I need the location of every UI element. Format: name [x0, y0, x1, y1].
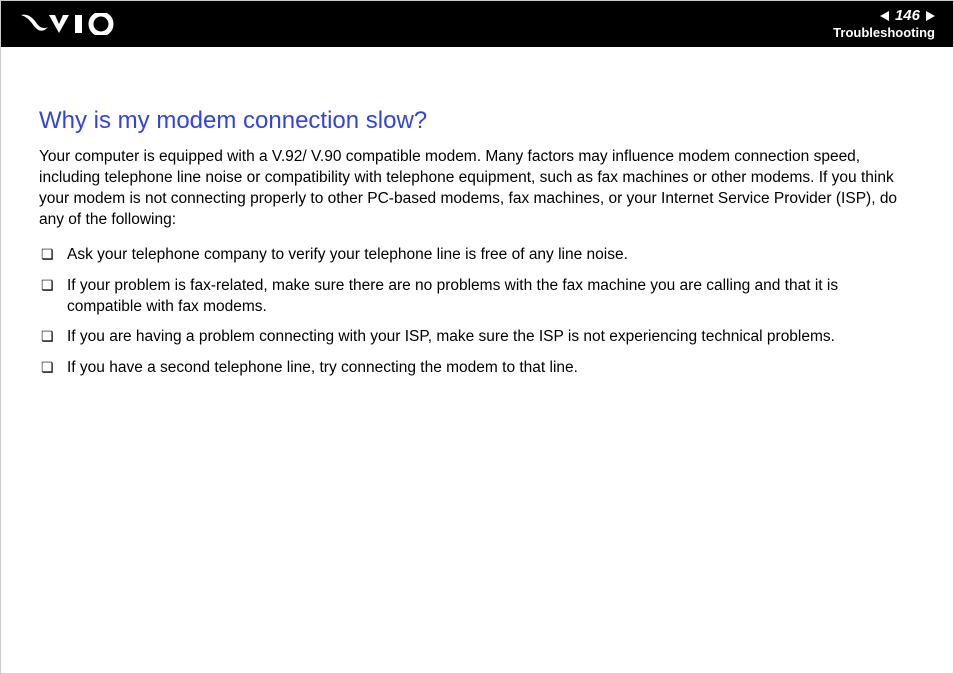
page-header: 146 Troubleshooting	[1, 1, 953, 47]
page-navigation: 146	[880, 8, 935, 25]
vaio-logo	[21, 13, 117, 35]
intro-paragraph: Your computer is equipped with a V.92/ V…	[39, 147, 915, 231]
list-item: If you are having a problem connecting w…	[39, 327, 915, 348]
page-content: Why is my modem connection slow? Your co…	[1, 47, 953, 409]
page-number: 146	[895, 8, 920, 25]
section-name: Troubleshooting	[833, 26, 935, 40]
page-heading: Why is my modem connection slow?	[39, 107, 915, 135]
next-page-icon[interactable]	[926, 11, 935, 21]
list-item: Ask your telephone company to verify you…	[39, 245, 915, 266]
header-right: 146 Troubleshooting	[833, 8, 935, 40]
bullet-list: Ask your telephone company to verify you…	[39, 245, 915, 380]
list-item: If your problem is fax-related, make sur…	[39, 276, 915, 318]
list-item: If you have a second telephone line, try…	[39, 358, 915, 379]
prev-page-icon[interactable]	[880, 11, 889, 21]
